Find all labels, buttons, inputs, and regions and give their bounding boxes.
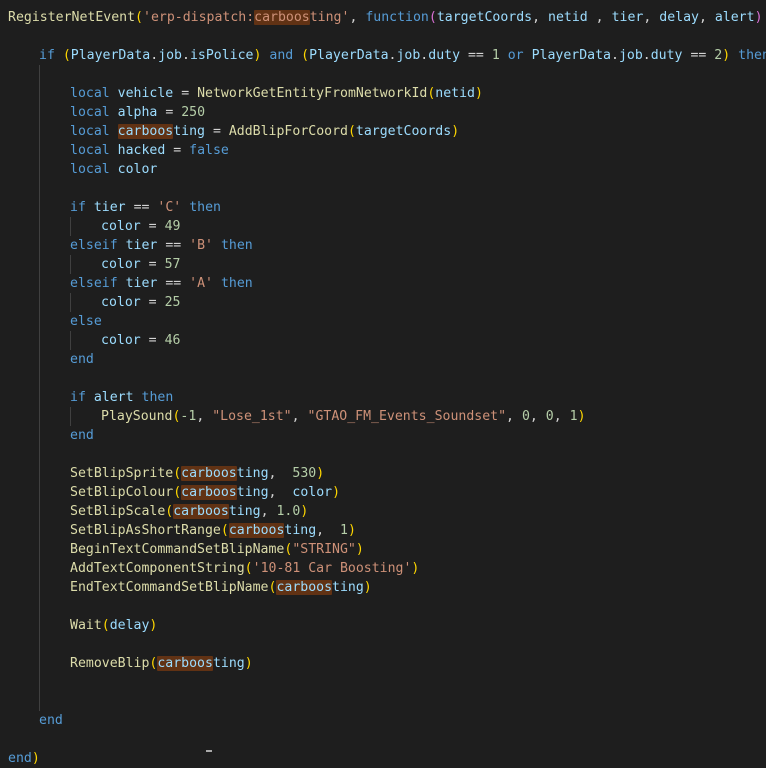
indent-guide xyxy=(39,217,40,236)
code-line[interactable]: EndTextCommandSetBlipName(carboosting) xyxy=(0,578,766,597)
indent-guide xyxy=(39,578,40,597)
code-line[interactable]: color = 57 xyxy=(0,255,766,274)
code-line[interactable]: elseif tier == 'B' then xyxy=(0,236,766,255)
code-line[interactable] xyxy=(0,27,766,46)
code-line[interactable]: local alpha = 250 xyxy=(0,103,766,122)
code-line[interactable] xyxy=(0,730,766,749)
indent-guide xyxy=(39,464,40,483)
indent-guide xyxy=(39,426,40,445)
indent-guide xyxy=(39,673,40,692)
code-line[interactable]: local hacked = false xyxy=(0,141,766,160)
code-line[interactable]: if (PlayerData.job.isPolice) and (Player… xyxy=(0,46,766,65)
indent-guide xyxy=(39,293,40,312)
code-line[interactable]: color = 49 xyxy=(0,217,766,236)
indent-guide xyxy=(70,331,71,350)
indent-guide xyxy=(39,141,40,160)
indent-guide xyxy=(70,217,71,236)
indent-guide xyxy=(39,388,40,407)
indent-guide xyxy=(39,103,40,122)
indent-guide xyxy=(39,255,40,274)
code-line[interactable] xyxy=(0,179,766,198)
code-line[interactable] xyxy=(0,369,766,388)
code-line[interactable]: if alert then xyxy=(0,388,766,407)
code-line[interactable]: else xyxy=(0,312,766,331)
indent-guide xyxy=(39,692,40,711)
code-line[interactable] xyxy=(0,673,766,692)
code-line[interactable]: Wait(delay) xyxy=(0,616,766,635)
indent-guide xyxy=(39,616,40,635)
indent-guide xyxy=(39,407,40,426)
mouse-cursor-icon xyxy=(206,750,212,752)
code-line[interactable]: SetBlipColour(carboosting, color) xyxy=(0,483,766,502)
indent-guide xyxy=(39,445,40,464)
indent-guide xyxy=(39,274,40,293)
indent-guide xyxy=(39,179,40,198)
indent-guide xyxy=(70,407,71,426)
indent-guide xyxy=(39,654,40,673)
code-line[interactable]: end xyxy=(0,350,766,369)
code-line[interactable]: BeginTextCommandSetBlipName("STRING") xyxy=(0,540,766,559)
indent-guide xyxy=(39,331,40,350)
indent-guide xyxy=(39,198,40,217)
code-line[interactable]: SetBlipAsShortRange(carboosting, 1) xyxy=(0,521,766,540)
indent-guide xyxy=(39,122,40,141)
indent-guide xyxy=(39,236,40,255)
code-editor[interactable]: RegisterNetEvent('erp-dispatch:carboosti… xyxy=(0,0,766,766)
indent-guide xyxy=(39,502,40,521)
indent-guide xyxy=(39,84,40,103)
code-line[interactable]: local carboosting = AddBlipForCoord(targ… xyxy=(0,122,766,141)
code-line[interactable]: end xyxy=(0,711,766,730)
code-line[interactable]: local color xyxy=(0,160,766,179)
code-line[interactable]: PlaySound(-1, "Lose_1st", "GTAO_FM_Event… xyxy=(0,407,766,426)
indent-guide xyxy=(39,635,40,654)
code-line[interactable]: local vehicle = NetworkGetEntityFromNetw… xyxy=(0,84,766,103)
indent-guide xyxy=(39,559,40,578)
code-line[interactable]: AddTextComponentString('10-81 Car Boosti… xyxy=(0,559,766,578)
indent-guide xyxy=(39,540,40,559)
code-line[interactable] xyxy=(0,597,766,616)
code-line[interactable] xyxy=(0,635,766,654)
indent-guide xyxy=(70,255,71,274)
indent-guide xyxy=(39,160,40,179)
code-line[interactable]: end xyxy=(0,426,766,445)
code-line[interactable]: RemoveBlip(carboosting) xyxy=(0,654,766,673)
indent-guide xyxy=(39,369,40,388)
indent-guide xyxy=(39,350,40,369)
code-line[interactable] xyxy=(0,65,766,84)
code-line[interactable]: SetBlipSprite(carboosting, 530) xyxy=(0,464,766,483)
code-line[interactable]: end) xyxy=(0,749,766,768)
indent-guide xyxy=(39,521,40,540)
indent-guide xyxy=(39,312,40,331)
code-line[interactable] xyxy=(0,445,766,464)
code-line[interactable]: if tier == 'C' then xyxy=(0,198,766,217)
code-line[interactable]: color = 25 xyxy=(0,293,766,312)
indent-guide xyxy=(39,597,40,616)
code-line[interactable]: elseif tier == 'A' then xyxy=(0,274,766,293)
code-line[interactable]: RegisterNetEvent('erp-dispatch:carboosti… xyxy=(0,8,766,27)
code-line[interactable] xyxy=(0,692,766,711)
code-line[interactable]: color = 46 xyxy=(0,331,766,350)
indent-guide xyxy=(39,65,40,84)
indent-guide xyxy=(39,483,40,502)
indent-guide xyxy=(70,293,71,312)
code-line[interactable]: SetBlipScale(carboosting, 1.0) xyxy=(0,502,766,521)
